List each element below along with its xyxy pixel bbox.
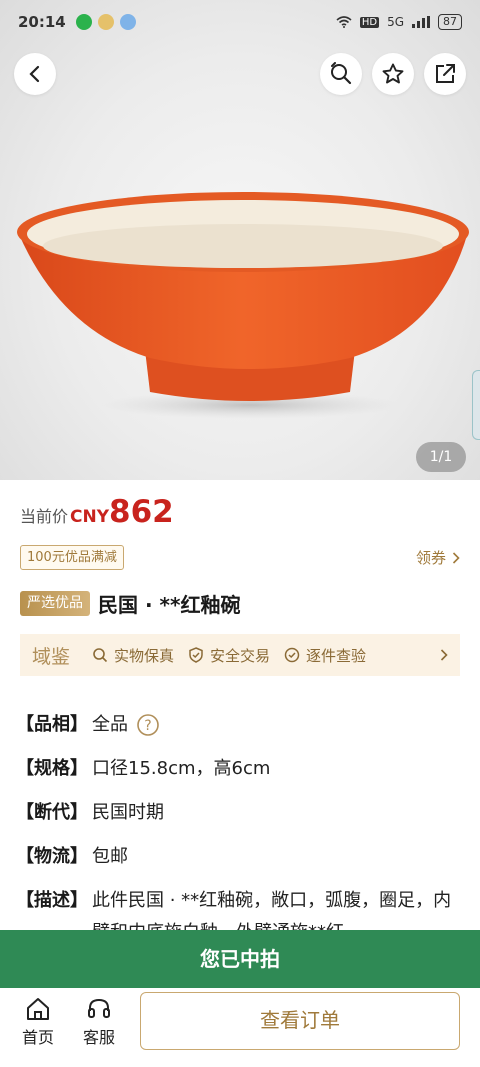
guarantee-inspection: 逐件查验 <box>284 645 366 666</box>
spec-key: 【规格】 <box>16 758 88 779</box>
guarantee-strip[interactable]: 域鉴 实物保真 安全交易 逐件查验 <box>20 634 460 676</box>
guarantee-brand: 域鉴 <box>32 645 71 668</box>
status-icons: HD 5G 87 <box>336 14 462 30</box>
home-button[interactable]: 首页 <box>13 994 63 1048</box>
headset-icon <box>88 998 110 1018</box>
spec-shipping: 【物流】 包邮 <box>16 835 466 879</box>
share-icon <box>436 64 455 83</box>
chevron-right-icon <box>452 551 460 564</box>
signal-icon <box>412 16 430 28</box>
price-label: 当前价 <box>20 507 69 526</box>
customer-service-button[interactable]: 客服 <box>74 994 124 1048</box>
clock: 20:14 <box>18 13 66 31</box>
wechat-icon <box>75 14 92 30</box>
app-notification-icon-2 <box>119 14 136 30</box>
spec-key: 【品相】 <box>16 714 88 735</box>
signal-label: 5G <box>387 15 404 29</box>
chevron-right-icon <box>440 649 448 661</box>
premium-badge: 严选优品 <box>20 591 90 616</box>
spec-value: 口径15.8cm，高6cm <box>92 758 271 779</box>
battery-indicator: 87 <box>438 14 462 30</box>
item-title: 民国 · **红釉碗 <box>98 593 241 617</box>
wifi-icon <box>336 16 352 28</box>
side-handle[interactable] <box>472 370 480 440</box>
guarantee-label: 逐件查验 <box>306 646 367 665</box>
get-coupon-link[interactable]: 领券 <box>416 547 460 568</box>
image-page-indicator: 1/1 <box>416 442 466 472</box>
service-label: 客服 <box>82 1028 115 1047</box>
spec-key: 【物流】 <box>16 846 88 867</box>
image-search-button[interactable] <box>320 53 362 95</box>
coupon-tag: 100元优品满减 <box>20 545 124 570</box>
spec-key: 【断代】 <box>16 802 88 823</box>
view-order-button[interactable]: 查看订单 <box>140 992 460 1050</box>
help-icon[interactable]: ? <box>136 713 160 737</box>
guarantee-label: 实物保真 <box>114 646 175 665</box>
home-icon <box>27 998 49 1020</box>
guarantee-safe-trade: 安全交易 <box>188 645 270 666</box>
star-icon <box>382 63 404 84</box>
get-coupon-label: 领券 <box>415 549 446 567</box>
bottom-action-bar: 首页 客服 查看订单 <box>0 988 480 1067</box>
app-notification-icon <box>97 14 114 30</box>
hd-indicator: HD <box>359 16 380 28</box>
guarantee-label: 安全交易 <box>210 646 271 665</box>
svg-text:?: ? <box>144 718 151 734</box>
status-bar: 20:14 HD 5G 87 <box>0 0 480 44</box>
back-button[interactable] <box>14 53 56 95</box>
spec-value: 包邮 <box>92 846 128 867</box>
spec-value: 民国时期 <box>92 802 164 823</box>
lot-detail-page: 20:14 HD 5G 87 1/1 当前价 CNY 862 100元优品满减 … <box>0 0 480 1067</box>
item-specs: 【品相】 全品 ? 【规格】 口径15.8cm，高6cm 【断代】 民国时期 【… <box>16 703 466 949</box>
spec-condition: 【品相】 全品 ? <box>16 703 466 747</box>
home-label: 首页 <box>21 1028 54 1047</box>
won-auction-banner: 您已中拍 <box>0 930 480 988</box>
shield-icon <box>189 647 203 663</box>
search-icon <box>331 62 352 85</box>
spec-value: 全品 <box>92 714 128 735</box>
check-circle-icon <box>284 647 300 663</box>
price-value: 862 <box>109 494 174 530</box>
back-icon <box>29 65 40 83</box>
spec-period: 【断代】 民国时期 <box>16 791 466 835</box>
favorite-button[interactable] <box>372 53 414 95</box>
search-icon <box>93 648 108 663</box>
guarantee-authentic: 实物保真 <box>92 645 174 666</box>
price-currency: CNY <box>70 507 110 527</box>
item-title-row: 严选优品 民国 · **红釉碗 <box>20 589 240 618</box>
spec-dimensions: 【规格】 口径15.8cm，高6cm <box>16 747 466 791</box>
share-button[interactable] <box>424 53 466 95</box>
current-price: 当前价 CNY 862 <box>20 494 174 530</box>
